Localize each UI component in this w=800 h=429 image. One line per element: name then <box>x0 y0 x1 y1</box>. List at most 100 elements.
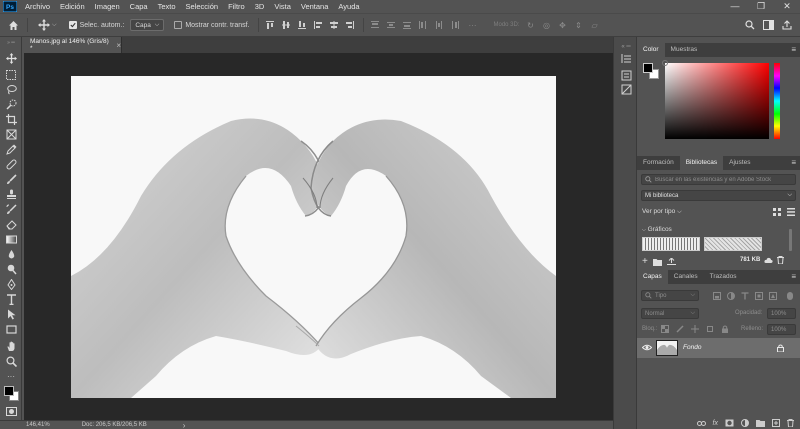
crop-tool-icon[interactable] <box>3 113 19 126</box>
toolbar-collapse-icon[interactable]: » ═ <box>3 40 19 46</box>
panel-foreground-swatch[interactable] <box>643 63 653 73</box>
more-options-icon[interactable]: ··· <box>468 20 478 30</box>
scale-3d-icon[interactable]: ▱ <box>590 20 600 30</box>
lock-transparency-icon[interactable] <box>661 325 669 333</box>
chevron-down-icon[interactable]: ⌵ <box>52 22 57 29</box>
library-search-input[interactable]: Buscar en las existencias y en Adobe Sto… <box>641 174 796 185</box>
minimize-button[interactable]: — <box>722 0 748 13</box>
eraser-tool-icon[interactable] <box>3 218 19 231</box>
status-menu-arrow[interactable]: › <box>183 421 186 429</box>
marquee-tool-icon[interactable] <box>3 68 19 81</box>
library-select[interactable]: Mi biblioteca ⌵ <box>641 190 796 201</box>
more-tools-icon[interactable]: ··· <box>3 370 19 383</box>
tab-libraries[interactable]: Bibliotecas <box>679 156 724 170</box>
rectangle-tool-icon[interactable] <box>3 323 19 336</box>
distribute-left-icon[interactable] <box>418 20 428 30</box>
layer-row[interactable]: Fondo <box>637 338 800 358</box>
document-tab[interactable]: Manos.jpg al 146% (Gris/8) * × <box>24 37 122 53</box>
color-picker-cursor[interactable] <box>662 60 668 66</box>
filter-pixel-icon[interactable] <box>713 292 721 300</box>
blend-mode-select[interactable]: Normal ⌵ <box>641 308 699 319</box>
graphics-section[interactable]: ⌵ Gráficos <box>642 226 672 233</box>
graphic-thumbnail-1[interactable] <box>642 237 700 251</box>
graphic-thumbnail-2[interactable] <box>704 237 762 251</box>
lasso-tool-icon[interactable] <box>3 83 19 96</box>
panel-menu-icon[interactable]: ≡ <box>785 43 800 57</box>
share-icon[interactable] <box>782 20 792 30</box>
close-tab-icon[interactable]: × <box>116 41 121 50</box>
rotate-3d-icon[interactable]: ↻ <box>526 20 536 30</box>
clone-stamp-tool-icon[interactable] <box>3 188 19 201</box>
color-field[interactable] <box>662 60 769 139</box>
layer-effects-icon[interactable]: fx <box>713 420 718 427</box>
lock-position-icon[interactable] <box>691 325 699 333</box>
align-center-icon[interactable] <box>329 20 339 30</box>
slide-3d-icon[interactable]: ⇕ <box>574 20 584 30</box>
roll-3d-icon[interactable]: ◎ <box>542 20 552 30</box>
delete-icon[interactable] <box>777 256 784 264</box>
healing-brush-tool-icon[interactable] <box>3 158 19 171</box>
menu-ventana[interactable]: Ventana <box>296 0 334 13</box>
list-view-icon[interactable] <box>787 208 795 216</box>
menu-seleccion[interactable]: Selección <box>181 0 224 13</box>
library-scrollbar[interactable] <box>789 229 792 251</box>
menu-ayuda[interactable]: Ayuda <box>333 0 364 13</box>
tab-learn[interactable]: Formación <box>637 156 680 170</box>
foreground-color-swatch[interactable] <box>4 386 14 396</box>
delete-layer-icon[interactable] <box>787 419 794 427</box>
fill-input[interactable]: 100% <box>767 324 796 335</box>
move-tool-icon[interactable] <box>38 19 50 31</box>
panel-menu-icon[interactable]: ≡ <box>785 270 800 284</box>
distribute-right-icon[interactable] <box>450 20 460 30</box>
upload-icon[interactable] <box>666 257 676 266</box>
align-bottom-icon[interactable] <box>297 20 307 30</box>
gradient-tool-icon[interactable] <box>3 233 19 246</box>
blur-tool-icon[interactable] <box>3 248 19 261</box>
lock-artboard-icon[interactable] <box>706 325 714 333</box>
auto-select-checkbox[interactable] <box>68 21 77 29</box>
tab-swatches[interactable]: Muestras <box>665 43 704 57</box>
menu-3d[interactable]: 3D <box>250 0 270 13</box>
tab-adjustments[interactable]: Ajustes <box>723 156 756 170</box>
tab-layers[interactable]: Capas <box>637 270 668 284</box>
align-right-icon[interactable] <box>345 20 355 30</box>
add-mask-icon[interactable] <box>725 419 734 427</box>
type-tool-icon[interactable] <box>3 293 19 306</box>
filter-type-icon[interactable] <box>741 292 749 300</box>
eyedropper-tool-icon[interactable] <box>3 143 19 156</box>
workspace-icon[interactable] <box>763 20 774 30</box>
filter-shape-icon[interactable] <box>755 292 763 300</box>
add-icon[interactable]: + <box>642 256 648 267</box>
filter-toggle-icon[interactable] <box>787 292 793 300</box>
layer-filter-kind[interactable]: Tipo ⌵ <box>641 290 699 301</box>
path-selection-tool-icon[interactable] <box>3 308 19 321</box>
align-middle-icon[interactable] <box>281 20 291 30</box>
distribute-top-icon[interactable] <box>370 20 380 30</box>
hand-tool-icon[interactable] <box>3 340 19 353</box>
distribute-vcenter-icon[interactable] <box>386 20 396 30</box>
auto-select-dropdown[interactable]: Capa ⌵ <box>130 19 165 31</box>
menu-edicion[interactable]: Edición <box>55 0 90 13</box>
filter-adjustment-icon[interactable] <box>727 292 735 300</box>
menu-texto[interactable]: Texto <box>153 0 181 13</box>
lock-all-icon[interactable] <box>721 325 729 333</box>
distribute-bottom-icon[interactable] <box>402 20 412 30</box>
new-group-icon[interactable] <box>756 419 765 427</box>
lock-pixels-icon[interactable] <box>676 325 684 333</box>
properties-panel-icon[interactable] <box>620 69 632 81</box>
dodge-tool-icon[interactable] <box>3 263 19 276</box>
menu-capa[interactable]: Capa <box>125 0 153 13</box>
hue-slider[interactable] <box>774 63 780 139</box>
history-brush-tool-icon[interactable] <box>3 203 19 216</box>
opacity-input[interactable]: 100% <box>767 308 796 319</box>
filter-smart-object-icon[interactable] <box>769 292 777 300</box>
menu-vista[interactable]: Vista <box>269 0 296 13</box>
adjustment-layer-icon[interactable] <box>741 419 749 427</box>
eye-icon[interactable] <box>642 344 652 351</box>
folder-icon[interactable] <box>652 258 662 266</box>
zoom-tool-icon[interactable] <box>3 355 19 368</box>
document-image-hands-heart[interactable] <box>71 76 556 398</box>
history-panel-icon[interactable] <box>620 52 632 64</box>
search-icon[interactable] <box>745 20 755 30</box>
view-by-type-dropdown[interactable]: Ver por tipo ⌵ <box>642 208 682 216</box>
